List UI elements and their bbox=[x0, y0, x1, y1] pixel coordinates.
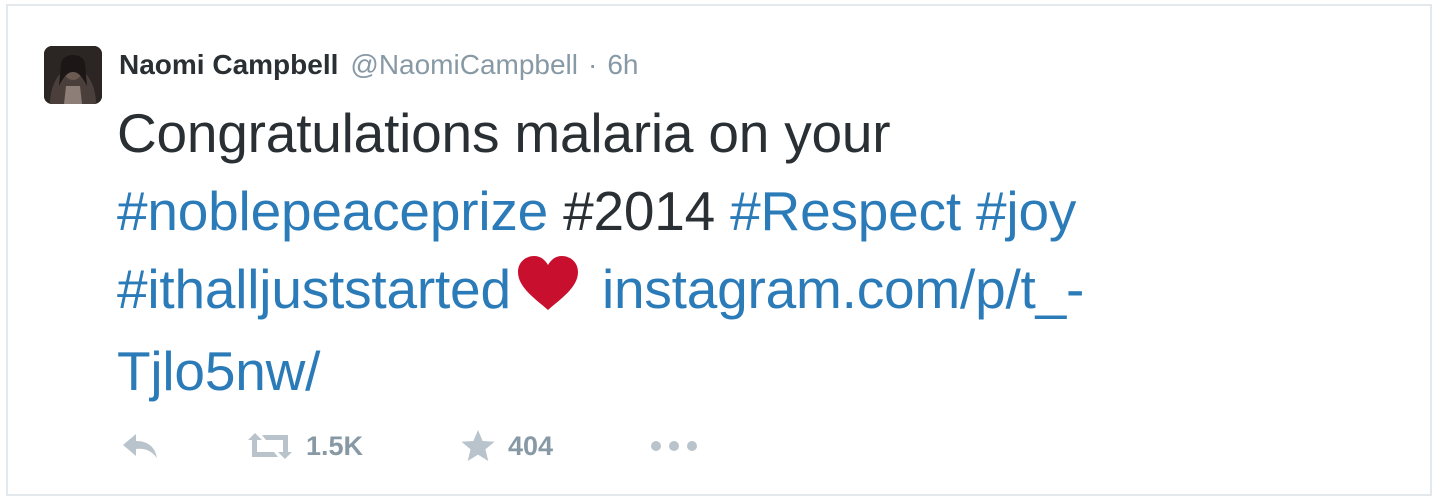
hashtag-link[interactable]: #ithalljuststarted bbox=[117, 258, 511, 320]
author-name[interactable]: Naomi Campbell bbox=[119, 49, 338, 81]
tweet-header: Naomi Campbell @NaomiCampbell · 6h bbox=[119, 45, 638, 85]
timestamp[interactable]: 6h bbox=[607, 49, 638, 81]
favorite-star-icon bbox=[460, 429, 496, 463]
avatar[interactable] bbox=[44, 46, 102, 104]
tweet-actions: 1.5K 404 bbox=[120, 424, 698, 468]
hashtag-text: #2014 bbox=[563, 180, 716, 242]
tweet-card[interactable]: Naomi Campbell @NaomiCampbell · 6h Congr… bbox=[6, 4, 1432, 496]
hashtag-link[interactable]: #noblepeaceprize bbox=[117, 180, 548, 242]
hashtag-link[interactable]: #joy bbox=[976, 180, 1076, 242]
reply-button[interactable] bbox=[120, 432, 246, 460]
retweet-button[interactable]: 1.5K bbox=[246, 431, 460, 462]
tweet-text-line-1: Congratulations malaria on your bbox=[117, 102, 891, 164]
tweet-text-line-4: Tjlo5nw/ bbox=[117, 332, 1347, 410]
reply-icon bbox=[120, 432, 160, 460]
favorite-count: 404 bbox=[508, 430, 554, 461]
tweet-text: Congratulations malaria on your #noblepe… bbox=[117, 94, 1347, 410]
more-options-icon bbox=[650, 440, 698, 452]
heart-emoji-icon bbox=[515, 254, 581, 332]
instagram-link-continued[interactable]: Tjlo5nw/ bbox=[117, 340, 320, 402]
author-handle[interactable]: @NaomiCampbell bbox=[350, 49, 578, 81]
retweet-icon bbox=[246, 431, 294, 461]
separator-dot: · bbox=[588, 49, 598, 80]
hashtag-link[interactable]: #Respect bbox=[730, 180, 961, 242]
instagram-link[interactable]: instagram.com/p/t_- bbox=[602, 258, 1084, 320]
tweet-text-line-2: #noblepeaceprize #2014 #Respect #joy bbox=[117, 172, 1347, 250]
tweet-text-line-3: #ithalljuststarted instagram.com/p/t_- bbox=[117, 250, 1347, 332]
retweet-count: 1.5K bbox=[306, 430, 364, 461]
more-options-button[interactable] bbox=[650, 440, 698, 452]
favorite-button[interactable]: 404 bbox=[460, 429, 650, 463]
